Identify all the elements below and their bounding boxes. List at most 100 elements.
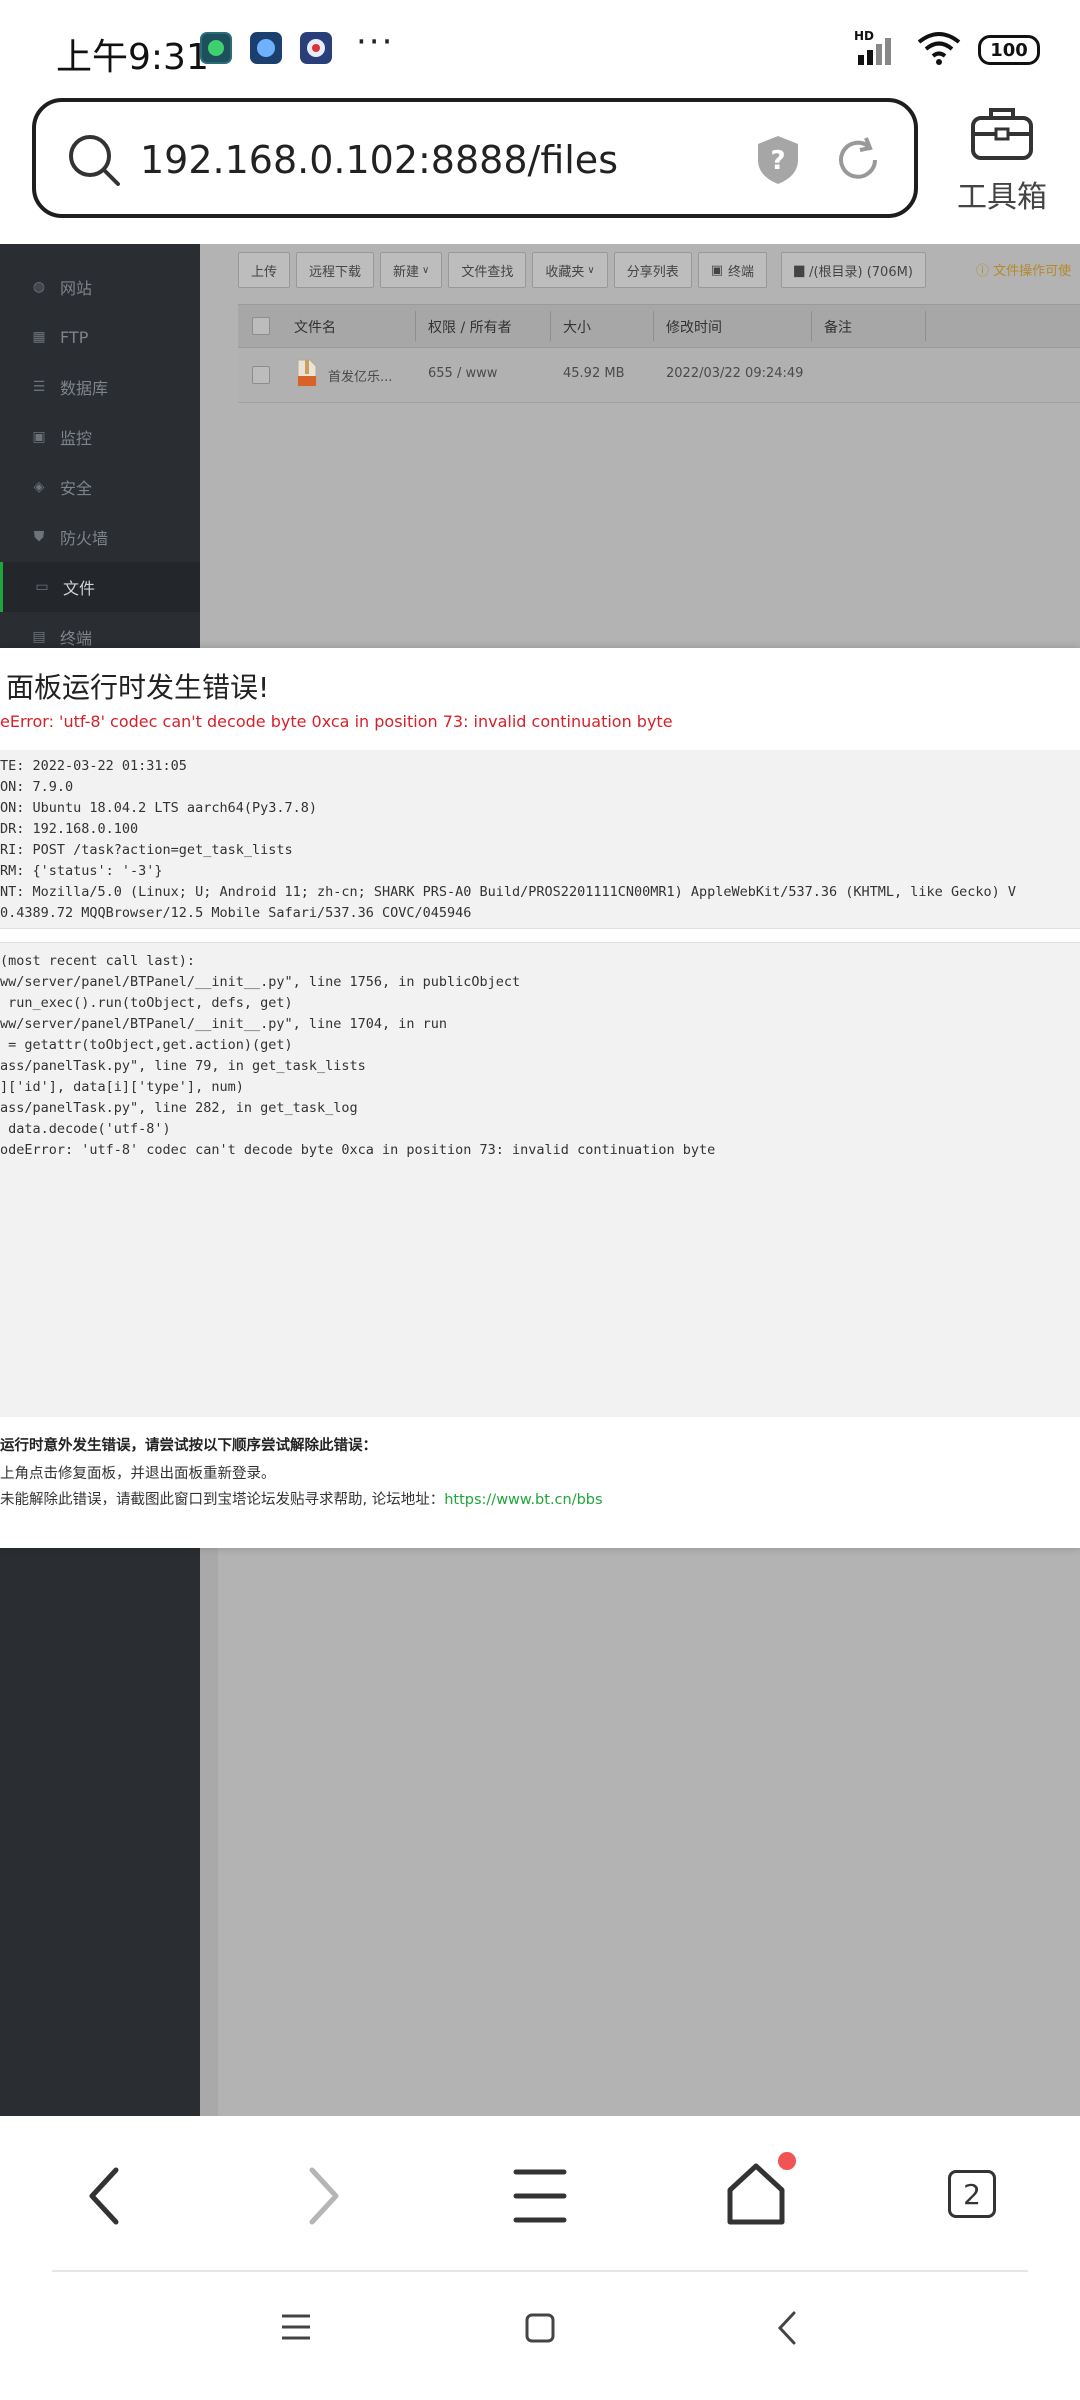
address-bar[interactable]: 192.168.0.102:8888/files ?	[32, 98, 918, 218]
sidebar-item-ftp[interactable]: ▦ FTP	[0, 312, 200, 362]
ftp-icon: ▦	[32, 329, 46, 345]
signal-icon: HD	[854, 29, 900, 67]
tabs-button[interactable]: 2	[948, 2170, 996, 2218]
menu-button[interactable]	[512, 2166, 568, 2230]
forum-link[interactable]: https://www.bt.cn/bbs	[444, 1492, 602, 1508]
info-line: NT: Mozilla/5.0 (Linux; U; Android 11; z…	[0, 884, 1016, 900]
refresh-icon[interactable]	[832, 134, 884, 190]
traceback-box: (most recent call last): ww/server/panel…	[0, 942, 1080, 1417]
col-permission[interactable]: 权限 / 所有者	[428, 317, 512, 337]
help-title: 运行时意外发生错误，请尝试按以下顺序尝试解除此错误：	[0, 1438, 377, 1454]
file-name[interactable]: 首发亿乐...	[328, 366, 392, 385]
info-line: ON: Ubuntu 18.04.2 LTS aarch64(Py3.7.8)	[0, 800, 317, 816]
file-search-button[interactable]: 文件查找	[448, 252, 527, 288]
sidebar-item-label: 终端	[60, 629, 93, 648]
column-divider	[415, 311, 416, 341]
col-size[interactable]: 大小	[563, 317, 591, 337]
trace-line: ass/panelTask.py", line 79, in get_task_…	[0, 1058, 366, 1074]
upload-button[interactable]: 上传	[238, 252, 291, 288]
trace-line: run_exec().run(toObject, defs, get)	[0, 995, 293, 1011]
database-icon: ☰	[32, 379, 46, 395]
remote-download-button[interactable]: 远程下载	[296, 252, 375, 288]
sidebar-item-label: 文件	[63, 579, 96, 598]
home-notification-dot	[778, 2152, 796, 2170]
column-divider	[653, 311, 654, 341]
security-shield-icon[interactable]: ?	[754, 134, 802, 190]
file-permission[interactable]: 655 / www	[428, 366, 497, 381]
forward-button[interactable]	[304, 2164, 344, 2232]
info-line: TE: 2022-03-22 01:31:05	[0, 758, 187, 774]
notification-app-icon	[250, 32, 282, 64]
new-button[interactable]: 新建 ∨	[380, 252, 443, 288]
file-size: 45.92 MB	[563, 366, 625, 381]
info-line: 0.4389.72 MQQBrowser/12.5 Mobile Safari/…	[0, 905, 472, 921]
info-line: RI: POST /task?action=get_task_lists	[0, 842, 293, 858]
recent-apps-button[interactable]	[280, 2312, 312, 2346]
sidebar-item-database[interactable]: ☰ 数据库	[0, 362, 200, 412]
help-step-1: 上角点击修复面板，并退出面板重新登录。	[0, 1466, 276, 1482]
wifi-icon	[916, 30, 962, 70]
info-icon: ⓘ	[976, 264, 994, 279]
info-line: RM: {'status': '-3'}	[0, 863, 163, 879]
chevron-down-icon: ∨	[587, 264, 595, 276]
svg-text:?: ?	[770, 146, 785, 176]
system-back-button[interactable]	[776, 2310, 798, 2350]
trace-line: (most recent call last):	[0, 953, 196, 969]
home-button[interactable]	[724, 2160, 788, 2230]
terminal-icon: ▣	[710, 262, 724, 278]
table-row[interactable]: 首发亿乐... 655 / www 45.92 MB 2022/03/22 09…	[238, 348, 1080, 403]
browser-bottom-nav: 2	[0, 2116, 1080, 2276]
select-all-checkbox[interactable]	[252, 317, 270, 335]
file-table-header: 文件名 权限 / 所有者 大小 修改时间 备注	[238, 304, 1080, 348]
column-divider	[550, 311, 551, 341]
file-mtime: 2022/03/22 09:24:49	[666, 366, 804, 381]
column-divider	[925, 311, 926, 341]
zip-file-icon	[296, 358, 318, 392]
sidebar-item-firewall[interactable]: ⛊ 防火墙	[0, 512, 200, 562]
trace-line: ww/server/panel/BTPanel/__init__.py", li…	[0, 974, 521, 990]
sidebar-item-label: 数据库	[60, 379, 109, 398]
firewall-icon: ⛊	[33, 529, 45, 545]
notification-app-icon	[300, 32, 332, 64]
terminal-icon: ▤	[32, 629, 46, 645]
sidebar-item-label: 安全	[60, 479, 93, 498]
battery-indicator: 100	[978, 35, 1040, 65]
scroll-gutter	[200, 1544, 218, 2116]
sidebar-item-files[interactable]: ▭ 文件	[0, 562, 200, 612]
trace-line: odeError: 'utf-8' codec can't decode byt…	[0, 1142, 716, 1158]
globe-icon: ◍	[32, 279, 46, 295]
sidebar-item-website[interactable]: ◍ 网站	[0, 262, 200, 312]
disk-icon: ▆	[794, 262, 805, 278]
sidebar-item-monitor[interactable]: ▣ 监控	[0, 412, 200, 462]
tip-text: 文件操作可使	[993, 264, 1072, 279]
trace-line: = getattr(toObject,get.action)(get)	[0, 1037, 293, 1053]
info-line: DR: 192.168.0.100	[0, 821, 139, 837]
system-home-button[interactable]	[524, 2312, 556, 2348]
back-button[interactable]	[84, 2164, 124, 2232]
info-line: ON: 7.9.0	[0, 779, 74, 795]
trace-line: ass/panelTask.py", line 282, in get_task…	[0, 1100, 358, 1116]
notification-app-icon	[200, 32, 232, 64]
help-step-2-text: 未能解除此错误，请截图此窗口到宝塔论坛发贴寻求帮助, 论坛地址：	[0, 1492, 445, 1508]
file-tip: ⓘ 文件操作可使	[976, 260, 1071, 279]
disk-root-button[interactable]: ▆/(根目录) (706M)	[781, 252, 926, 288]
share-list-button[interactable]: 分享列表	[613, 252, 692, 288]
error-dialog: 面板运行时发生错误! eError: 'utf-8' codec can't d…	[0, 648, 1080, 1548]
favorites-button[interactable]: 收藏夹 ∨	[532, 252, 608, 288]
folder-icon: ▭	[35, 579, 49, 595]
toolbox-button[interactable]: 工具箱	[946, 104, 1058, 216]
terminal-button[interactable]: ▣ 终端	[697, 252, 768, 288]
url-text[interactable]: 192.168.0.102:8888/files	[140, 138, 618, 182]
col-mtime[interactable]: 修改时间	[666, 317, 722, 337]
chevron-down-icon: ∨	[422, 264, 430, 276]
sidebar-item-label: FTP	[60, 327, 89, 347]
trace-line: data.decode('utf-8')	[0, 1121, 171, 1137]
more-notifications-icon: ···	[356, 22, 395, 62]
error-message: eError: 'utf-8' codec can't decode byte …	[0, 712, 673, 731]
toolbox-icon	[969, 108, 1035, 168]
row-checkbox[interactable]	[252, 366, 270, 384]
sidebar-item-security[interactable]: ◈ 安全	[0, 462, 200, 512]
col-filename[interactable]: 文件名	[294, 317, 336, 337]
sidebar-item-label: 防火墙	[60, 529, 109, 548]
search-icon	[66, 132, 122, 192]
